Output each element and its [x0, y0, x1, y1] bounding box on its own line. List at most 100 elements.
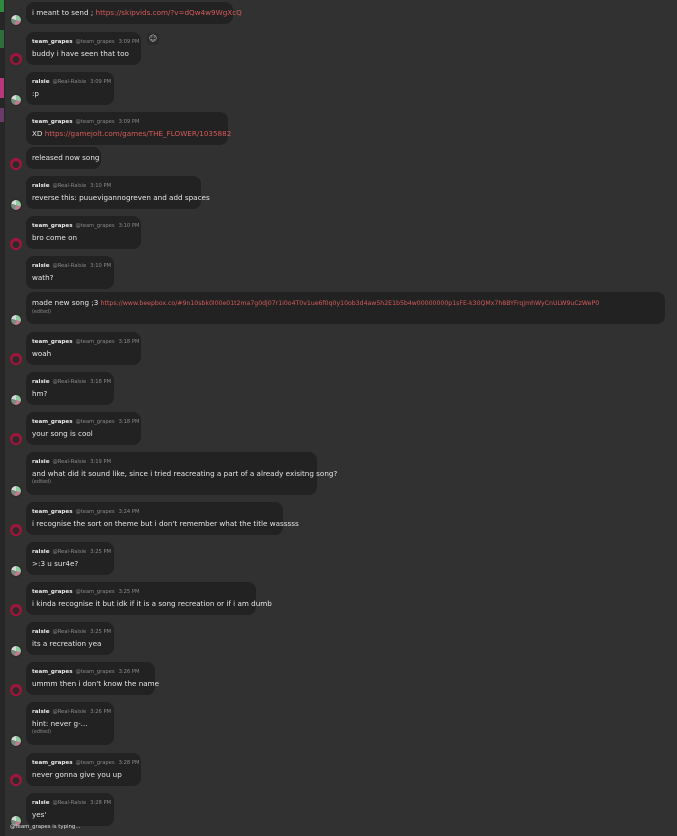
message-header: ralsie @Real-Ralsie 3:18 PM [32, 377, 111, 388]
message-m15: ralsie @Real-Ralsie 3:25 PM >:3 u sur4e? [26, 542, 114, 575]
message-bubble: team_grapes @team_grapes 3:18 PM woah [26, 332, 141, 365]
message-m10: team_grapes @team_grapes 3:18 PM woah [26, 332, 141, 365]
avatar[interactable] [10, 353, 22, 365]
message-text: XD https://gamejolt.com/games/THE_FLOWER… [32, 128, 231, 139]
edited-label: (edited) [32, 310, 51, 315]
message-m12: team_grapes @team_grapes 3:18 PM your song… [26, 412, 141, 445]
message-text: your song is cool [32, 429, 93, 438]
message-m3: ralsie @Real-Ralsie 3:09 PM :p [26, 72, 114, 105]
avatar[interactable] [10, 14, 22, 26]
author-handle: @Real-Ralsie [52, 379, 87, 385]
avatar[interactable] [10, 485, 22, 497]
avatar[interactable] [10, 238, 22, 250]
message-text: i recognise the sort on theme but i don'… [32, 519, 299, 528]
message-text: wath? [32, 273, 54, 282]
add-reaction-icon[interactable]: ☺ [147, 33, 159, 45]
avatar[interactable] [10, 735, 22, 747]
timestamp: 3:19 PM [90, 459, 112, 465]
message-m5: released now song [26, 147, 101, 169]
message-text: made new song ;3 https://www.beepbox.co/… [32, 297, 659, 309]
author-name[interactable]: team_grapes [32, 760, 73, 766]
author-name[interactable]: ralsie [32, 709, 50, 715]
avatar[interactable] [10, 94, 22, 106]
timestamp: 3:28 PM [118, 760, 140, 766]
timestamp: 3:26 PM [118, 669, 140, 675]
author-name[interactable]: team_grapes [32, 589, 73, 595]
avatar[interactable] [10, 684, 22, 696]
message-header: team_grapes @team_grapes 3:09 PM [32, 117, 222, 128]
timestamp: 3:09 PM [118, 39, 140, 45]
message-bubble: i meant to send ; https://skipvids.com/?… [26, 2, 242, 24]
timestamp: 3:09 PM [118, 119, 140, 125]
edited-label: (edited) [32, 480, 51, 485]
author-name[interactable]: ralsie [32, 379, 50, 385]
author-name[interactable]: team_grapes [32, 669, 73, 675]
author-name[interactable]: ralsie [32, 629, 50, 635]
author-name[interactable]: team_grapes [32, 509, 73, 515]
avatar[interactable] [10, 53, 22, 65]
author-name[interactable]: team_grapes [32, 119, 73, 125]
message-text: i kinda recognise it but idk if it is a … [32, 599, 272, 608]
message-link[interactable]: https://www.beepbox.co/#9n10sbk0l00e01t2… [101, 300, 599, 307]
message-text: i meant to send ; https://skipvids.com/?… [32, 7, 242, 18]
message-bubble: ralsie @Real-Ralsie 3:25 PM >:3 u sur4e? [26, 542, 114, 575]
message-body: i meant to send ; [32, 8, 96, 17]
timestamp: 3:10 PM [90, 263, 112, 269]
message-header: team_grapes @team_grapes 3:18 PM [32, 417, 139, 428]
message-bubble: ralsie @Real-Ralsie 3:19 PM and what did i… [26, 452, 338, 495]
message-bubble: ralsie @Real-Ralsie 3:26 PM hint: never g-… [26, 702, 114, 745]
author-name[interactable]: team_grapes [32, 339, 73, 345]
author-name[interactable]: ralsie [32, 549, 50, 555]
timestamp: 3:25 PM [118, 589, 140, 595]
avatar[interactable] [10, 199, 22, 211]
message-bubble: made new song ;3 https://www.beepbox.co/… [26, 292, 665, 324]
timestamp: 3:18 PM [118, 339, 140, 345]
timestamp: 3:09 PM [90, 79, 112, 85]
message-header: ralsie @Real-Ralsie 3:26 PM [32, 707, 111, 718]
avatar[interactable] [10, 314, 22, 326]
message-text: :p [32, 89, 39, 98]
author-name[interactable]: ralsie [32, 459, 50, 465]
avatar[interactable] [10, 433, 22, 445]
message-bubble: team_grapes @team_grapes 3:09 PM buddy i h… [26, 32, 141, 65]
author-handle: @team_grapes [75, 339, 115, 345]
author-name[interactable]: ralsie [32, 263, 50, 269]
message-m8: ralsie @Real-Ralsie 3:10 PM wath? [26, 256, 114, 289]
avatar[interactable] [10, 394, 22, 406]
message-bubble: team_grapes @team_grapes 3:10 PM bro come … [26, 216, 141, 249]
author-name[interactable]: ralsie [32, 800, 50, 806]
author-name[interactable]: team_grapes [32, 419, 73, 425]
author-name[interactable]: team_grapes [32, 39, 73, 45]
message-header: team_grapes @team_grapes 3:24 PM [32, 507, 277, 518]
message-link[interactable]: https://gamejolt.com/games/THE_FLOWER/10… [45, 129, 232, 138]
message-m21: ralsie @Real-Ralsie 3:28 PM yes' [26, 793, 114, 826]
message-bubble: ralsie @Real-Ralsie 3:28 PM yes' [26, 793, 114, 826]
author-handle: @team_grapes [75, 509, 115, 515]
avatar[interactable] [10, 158, 22, 170]
message-m14: team_grapes @team_grapes 3:24 PM i recogni… [26, 502, 299, 535]
author-handle: @team_grapes [75, 223, 115, 229]
message-m13: ralsie @Real-Ralsie 3:19 PM and what did i… [26, 452, 338, 495]
author-name[interactable]: team_grapes [32, 223, 73, 229]
message-header: team_grapes @team_grapes 3:28 PM [32, 758, 139, 769]
message-link[interactable]: https://skipvids.com/?v=dQw4w9WgXcQ [96, 8, 242, 17]
message-bubble: team_grapes @team_grapes 3:18 PM your song… [26, 412, 141, 445]
message-header: team_grapes @team_grapes 3:26 PM [32, 667, 149, 678]
message-bubble: team_grapes @team_grapes 3:24 PM i recogni… [26, 502, 299, 535]
avatar[interactable] [10, 645, 22, 657]
message-m7: team_grapes @team_grapes 3:10 PM bro come … [26, 216, 141, 249]
avatar[interactable] [10, 774, 22, 786]
timestamp: 3:10 PM [90, 183, 112, 189]
author-name[interactable]: ralsie [32, 79, 50, 85]
timestamp: 3:24 PM [118, 509, 140, 515]
avatar[interactable] [10, 565, 22, 577]
message-header: team_grapes @team_grapes 3:18 PM [32, 337, 139, 348]
avatar[interactable] [10, 604, 22, 616]
message-bubble: team_grapes @team_grapes 3:25 PM i kinda r… [26, 582, 272, 615]
message-text: and what did it sound like, since i trie… [32, 469, 338, 478]
avatar[interactable] [10, 524, 22, 536]
author-handle: @team_grapes [75, 760, 115, 766]
message-bubble: ralsie @Real-Ralsie 3:25 PM its a recreati… [26, 622, 114, 655]
message-bubble: team_grapes @team_grapes 3:09 PM XD https:… [26, 112, 231, 145]
author-name[interactable]: ralsie [32, 183, 50, 189]
